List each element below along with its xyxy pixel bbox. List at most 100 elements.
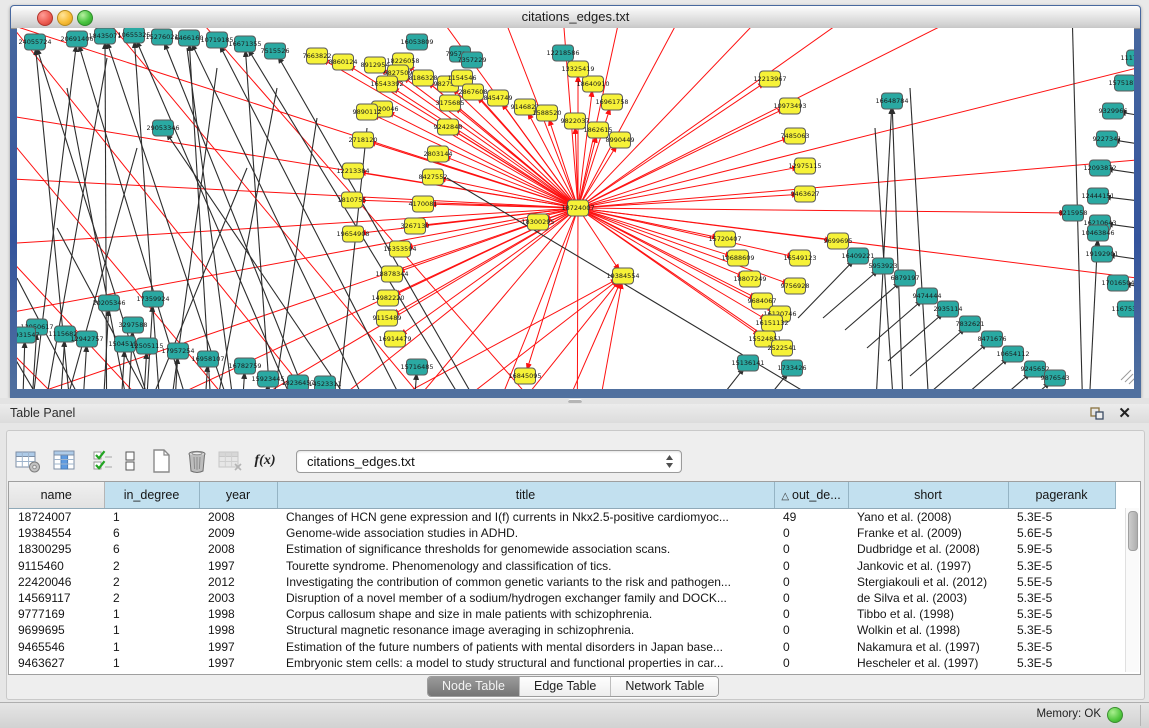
network-node[interactable]: 16549123 [783, 250, 816, 266]
table-row[interactable]: 1456911722003Disruption of a novel membe… [9, 590, 1115, 606]
network-node[interactable]: 8860124 [329, 54, 358, 70]
network-node[interactable]: 17359924 [136, 291, 169, 307]
network-node[interactable]: 5953923 [869, 258, 898, 274]
network-node[interactable]: 2935114 [934, 301, 963, 317]
network-node[interactable]: 15923445 [251, 371, 284, 387]
table-row[interactable]: 1830029562008Estimation of significance … [9, 541, 1115, 557]
network-node[interactable]: 6466160 [175, 30, 204, 46]
network-node[interactable]: 3297588 [119, 317, 148, 333]
network-node[interactable]: 18640910 [576, 76, 609, 92]
network-window-titlebar[interactable]: citations_edges.txt [11, 6, 1140, 29]
column-header-title[interactable]: title [277, 482, 774, 509]
network-node[interactable]: 29053346 [146, 120, 179, 136]
network-node[interactable]: 11675342 [1111, 301, 1134, 317]
table-scrollbar[interactable] [1125, 508, 1139, 672]
function-builder-button[interactable]: f(x) [250, 447, 280, 474]
network-node[interactable]: 16053809 [400, 34, 433, 50]
network-node[interactable]: 16648784 [875, 93, 908, 109]
network-node[interactable]: 9876543 [1041, 370, 1070, 386]
network-node[interactable]: 12975115 [788, 158, 821, 174]
network-node[interactable]: 1588520 [533, 105, 562, 121]
column-header-pagerank[interactable]: pagerank [1008, 482, 1115, 509]
table-row[interactable]: 911546021997Tourette syndrome. Phenomeno… [9, 558, 1115, 574]
network-node[interactable]: 7357229 [458, 52, 487, 68]
network-node[interactable]: 9115489 [373, 310, 402, 326]
column-header-name[interactable]: name [9, 482, 104, 509]
tab-edge-table[interactable]: Edge Table [520, 677, 611, 696]
network-node[interactable]: 10654112 [996, 346, 1029, 362]
tab-network-table[interactable]: Network Table [611, 677, 718, 696]
network-node[interactable]: 12218586 [546, 45, 579, 61]
table-settings-button[interactable] [13, 447, 43, 474]
network-node[interactable]: 9329966 [1099, 103, 1128, 119]
new-table-button[interactable] [146, 447, 176, 474]
network-node[interactable]: 7832621 [956, 316, 985, 332]
network-node[interactable]: 18878344 [375, 266, 408, 282]
table-row[interactable]: 946362711997Embryonic stem cells: a mode… [9, 655, 1115, 671]
network-node[interactable]: 17957254 [161, 343, 194, 359]
import-table-button-disabled[interactable] [216, 447, 246, 474]
table-scrollbar-thumb[interactable] [1128, 511, 1138, 551]
network-node[interactable]: 15353594 [383, 241, 416, 257]
network-node[interactable]: 14523311 [308, 376, 341, 389]
network-node[interactable]: 15720407 [708, 231, 741, 247]
network-node[interactable]: 9474444 [913, 288, 942, 304]
network-node[interactable]: 7485063 [781, 128, 810, 144]
delete-table-button[interactable] [182, 447, 212, 474]
table-row[interactable]: 946554611997Estimation of the future num… [9, 639, 1115, 655]
network-node[interactable]: 8454749 [484, 90, 513, 106]
network-node[interactable]: 16782759 [228, 358, 261, 374]
tab-node-table[interactable]: Node Table [428, 677, 520, 696]
network-node[interactable]: 18300295 [521, 214, 554, 230]
network-node[interactable]: 12213967 [753, 71, 786, 87]
network-node[interactable]: 10688609 [721, 250, 754, 266]
table-row[interactable]: 1872400712008Changes of HCN gene express… [9, 509, 1115, 526]
network-node[interactable]: 15751874 [1108, 75, 1134, 91]
network-node[interactable]: 15136141 [731, 355, 764, 371]
column-header-short[interactable]: short [848, 482, 1008, 509]
table-row[interactable]: 1938455462009Genome-wide association stu… [9, 525, 1115, 541]
column-header-year[interactable]: year [199, 482, 277, 509]
network-node[interactable]: 8990449 [606, 132, 635, 148]
network-node[interactable]: 3267130 [401, 218, 430, 234]
network-node[interactable]: 19384554 [606, 268, 639, 284]
close-panel-icon[interactable]: ✕ [1118, 404, 1131, 422]
network-node[interactable]: 12213384 [336, 163, 369, 179]
table-row[interactable]: 977716911998Corpus callosum shape and si… [9, 606, 1115, 622]
network-canvas[interactable]: 2405572420691406184350711065532515276021… [17, 28, 1134, 389]
merge-rows-button[interactable] [119, 447, 141, 474]
network-node[interactable]: 18807249 [733, 271, 766, 287]
network-node[interactable]: 1733426 [778, 360, 807, 376]
network-node[interactable]: 20205346 [92, 295, 125, 311]
network-table-selector[interactable]: citations_edges.txt [296, 450, 682, 473]
network-node[interactable]: 9242848 [434, 119, 463, 135]
network-node[interactable]: 9227341 [1093, 131, 1122, 147]
network-node[interactable]: 8471676 [978, 331, 1007, 347]
network-node[interactable]: 8427552 [419, 169, 448, 185]
network-node[interactable]: 15716485 [400, 359, 433, 375]
column-header-out_de[interactable]: △out_de... [774, 482, 848, 509]
network-node[interactable]: 4170081 [409, 196, 438, 212]
network-node[interactable]: 12444151 [1081, 188, 1114, 204]
network-node[interactable]: 9699695 [824, 233, 853, 249]
network-node[interactable]: 9463627 [791, 186, 820, 202]
canvas-resize-grip[interactable] [1121, 370, 1134, 384]
network-node[interactable]: 9890112 [353, 104, 382, 120]
network-node[interactable]: 2803144 [424, 146, 453, 162]
float-panel-icon[interactable] [1089, 406, 1105, 421]
column-header-in_degree[interactable]: in_degree [104, 482, 199, 509]
table-row[interactable]: 969969511998Structural magnetic resonanc… [9, 622, 1115, 638]
network-node[interactable]: 2522541 [768, 340, 797, 356]
network-node[interactable]: 7515526 [261, 43, 290, 59]
show-columns-button[interactable] [50, 447, 80, 474]
network-node[interactable]: 9756928 [781, 278, 810, 294]
network-node[interactable]: 16845095 [508, 368, 541, 384]
network-node[interactable]: 6879197 [891, 270, 920, 286]
network-node[interactable]: 16958107 [191, 351, 224, 367]
select-rows-button[interactable] [88, 447, 118, 474]
network-node[interactable]: 1810755 [338, 192, 367, 208]
network-node[interactable]: 11173456 [1120, 50, 1134, 66]
network-node[interactable]: 2718120 [349, 132, 378, 148]
network-node[interactable]: 3175685 [436, 95, 465, 111]
table-row[interactable]: 2242004622012Investigating the contribut… [9, 574, 1115, 590]
